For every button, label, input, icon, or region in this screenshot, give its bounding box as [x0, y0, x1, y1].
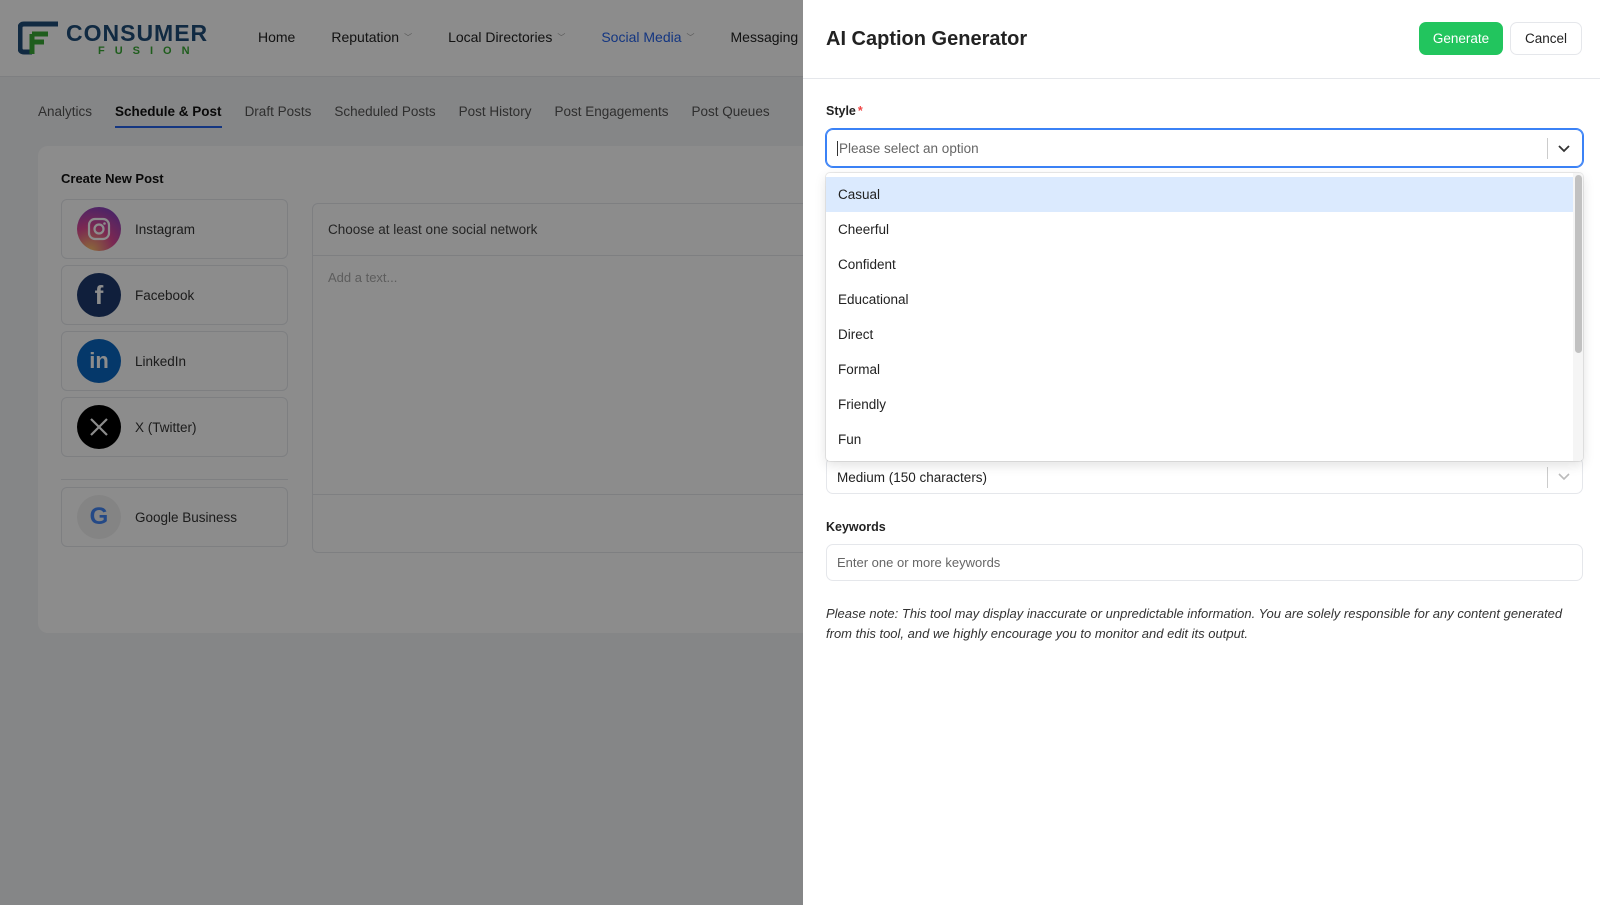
dropdown-option[interactable]: Cheerful	[826, 212, 1573, 247]
dropdown-option[interactable]: Casual	[826, 177, 1573, 212]
chevron-down-icon[interactable]	[1556, 140, 1572, 156]
disclaimer-note: Please note: This tool may display inacc…	[826, 606, 1563, 641]
dropdown-option[interactable]: Formal	[826, 352, 1573, 387]
generate-button[interactable]: Generate	[1419, 22, 1503, 55]
modal-backdrop[interactable]	[0, 0, 803, 905]
dropdown-option[interactable]: Fun	[826, 422, 1573, 457]
style-label-text: Style	[826, 104, 856, 118]
scrollbar-thumb[interactable]	[1575, 175, 1582, 353]
style-select[interactable]: Please select an option	[826, 129, 1583, 167]
style-select-placeholder: Please select an option	[837, 140, 979, 156]
keywords-label: Keywords	[826, 520, 886, 534]
style-label: Style *	[826, 104, 863, 118]
style-dropdown-menu: Casual Cheerful Confident Educational Di…	[826, 173, 1583, 461]
length-select[interactable]: Medium (150 characters)	[826, 457, 1583, 494]
drawer-header: AI Caption Generator Generate Cancel	[803, 0, 1600, 79]
dropdown-option[interactable]: Confident	[826, 247, 1573, 282]
dropdown-option[interactable]: Educational	[826, 282, 1573, 317]
ai-caption-drawer: AI Caption Generator Generate Cancel Sty…	[803, 0, 1600, 905]
cancel-button[interactable]: Cancel	[1510, 22, 1582, 55]
drawer-title: AI Caption Generator	[826, 28, 1028, 50]
dropdown-scrollbar[interactable]	[1573, 173, 1583, 461]
length-select-value: Medium (150 characters)	[837, 470, 988, 485]
divider	[1547, 138, 1548, 159]
dropdown-option[interactable]: Direct	[826, 317, 1573, 352]
divider	[1547, 467, 1548, 488]
dropdown-option[interactable]: Friendly	[826, 387, 1573, 422]
chevron-down-icon[interactable]	[1556, 468, 1572, 484]
keywords-input[interactable]	[826, 544, 1583, 581]
required-mark: *	[857, 104, 863, 118]
